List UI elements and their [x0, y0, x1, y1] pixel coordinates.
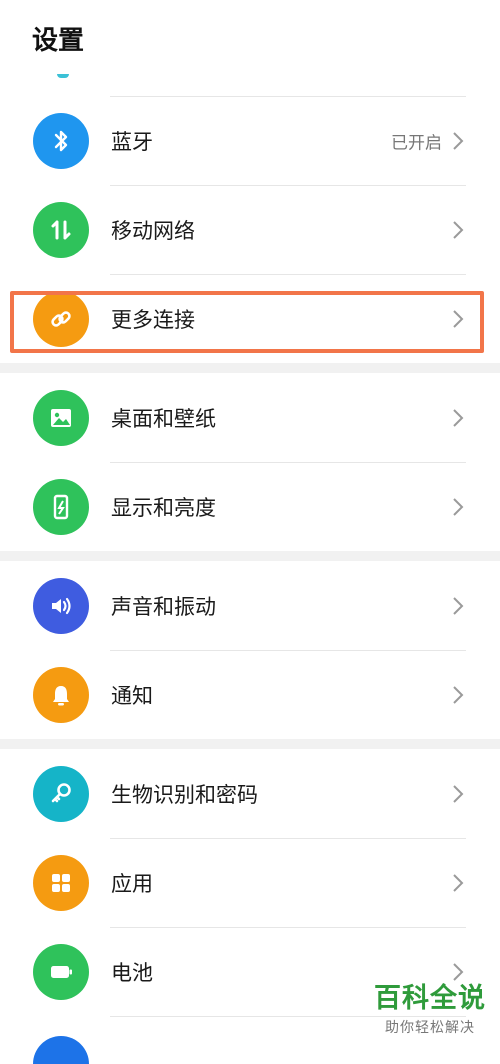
highlight-box: [10, 291, 484, 353]
sound-label: 声音和振动: [111, 594, 216, 619]
phone-brightness-icon: [33, 478, 89, 535]
chevron-right-icon: [453, 784, 464, 803]
chevron-right-icon: [453, 497, 464, 516]
mobile-network-label: 移动网络: [111, 218, 195, 243]
settings-item-display[interactable]: 显示和亮度: [0, 462, 500, 551]
apps-grid-icon: [33, 854, 89, 911]
bluetooth-status: 已开启: [391, 133, 442, 153]
page-title: 设置: [32, 26, 85, 56]
settings-item-bluetooth[interactable]: 蓝牙 已开启: [0, 96, 500, 185]
notifications-label: 通知: [111, 683, 153, 708]
chevron-right-icon: [453, 596, 464, 615]
watermark: 百科全说 助你轻松解决: [374, 976, 486, 1037]
key-icon: [33, 765, 89, 822]
settings-item-mobile-network[interactable]: 移动网络: [0, 185, 500, 274]
watermark-title: 百科全说: [374, 983, 486, 1014]
chevron-right-icon: [453, 220, 464, 239]
settings-item-notifications[interactable]: 通知: [0, 650, 500, 739]
apps-label: 应用: [111, 871, 153, 896]
bluetooth-icon: [33, 112, 89, 169]
settings-item-apps[interactable]: 应用: [0, 838, 500, 927]
bluetooth-label: 蓝牙: [111, 129, 153, 154]
section-separator: [0, 363, 500, 373]
image-icon: [33, 389, 89, 446]
bell-icon: [33, 666, 89, 723]
mobile-data-arrows-icon: [33, 201, 89, 258]
chevron-right-icon: [453, 131, 464, 150]
settings-item-wallpaper[interactable]: 桌面和壁纸: [0, 373, 500, 462]
chevron-right-icon: [453, 408, 464, 427]
battery-icon: [33, 943, 89, 1000]
settings-item-biometrics[interactable]: 生物识别和密码: [0, 749, 500, 838]
section-separator: [0, 551, 500, 561]
settings-item-sound[interactable]: 声音和振动: [0, 561, 500, 650]
speaker-icon: [33, 577, 89, 634]
chevron-right-icon: [453, 685, 464, 704]
watermark-subtitle: 助你轻松解决: [385, 1020, 475, 1036]
section-separator: [0, 739, 500, 749]
display-label: 显示和亮度: [111, 495, 216, 520]
biometrics-label: 生物识别和密码: [111, 782, 258, 807]
partially-visible-icon: [33, 1036, 89, 1064]
wallpaper-label: 桌面和壁纸: [111, 406, 216, 431]
partially-visible-icon: [57, 74, 69, 78]
battery-label: 电池: [111, 960, 153, 985]
chevron-right-icon: [453, 873, 464, 892]
